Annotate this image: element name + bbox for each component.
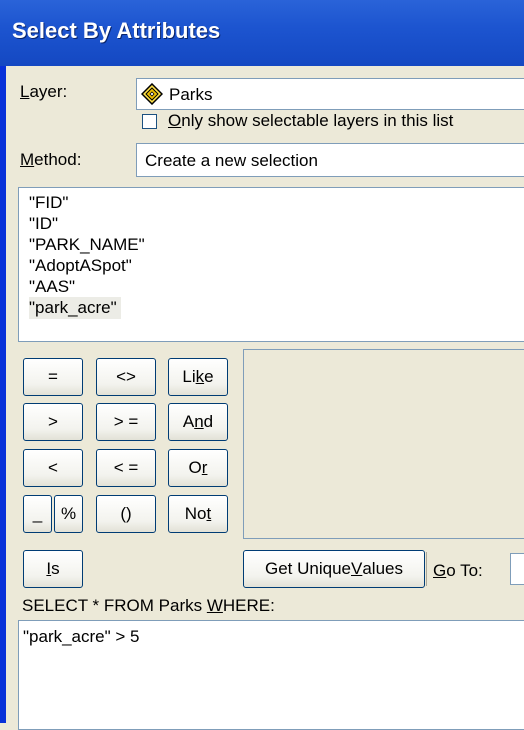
greater-equal-button[interactable]: > =	[96, 403, 156, 441]
not-button[interactable]: No t	[168, 495, 228, 533]
layer-label: Layer:	[20, 82, 68, 101]
field-item-fid[interactable]: "FID"	[29, 192, 68, 214]
method-label: Method:	[20, 150, 82, 169]
expression-textarea[interactable]: "park_acre" > 5	[18, 620, 524, 730]
goto-input[interactable]	[510, 553, 524, 585]
equals-button[interactable]: =	[23, 358, 83, 396]
window-title: Select By Attributes	[12, 18, 221, 43]
sql-where-label: SELECT * FROM Parks WHERE:	[22, 596, 275, 615]
less-than-button[interactable]: <	[23, 449, 83, 487]
less-equal-button[interactable]: < =	[96, 449, 156, 487]
method-dropdown[interactable]: Create a new selection	[136, 143, 524, 177]
parentheses-button[interactable]: ()	[96, 495, 156, 533]
greater-than-button[interactable]: >	[23, 403, 83, 441]
field-item-park-acre[interactable]: "park_acre"	[29, 297, 121, 319]
field-item-adoptaspot[interactable]: "AdoptASpot"	[29, 255, 132, 277]
goto-label: Go To:	[433, 561, 483, 580]
field-item-park-name[interactable]: "PARK_NAME"	[29, 234, 145, 256]
window-left-border	[0, 66, 6, 723]
separator	[426, 552, 427, 586]
and-button[interactable]: And	[168, 403, 228, 441]
get-unique-values-button[interactable]: Get Unique Values	[243, 550, 425, 588]
method-value: Create a new selection	[145, 151, 318, 170]
field-item-aas[interactable]: "AAS"	[29, 276, 75, 298]
is-button[interactable]: Is	[23, 550, 83, 588]
percent-wildcard-button[interactable]: %	[54, 495, 83, 533]
underscore-wildcard-button[interactable]: _	[23, 495, 52, 533]
fields-listbox[interactable]: "FID" "ID" "PARK_NAME" "AdoptASpot" "AAS…	[18, 187, 524, 342]
field-item-id[interactable]: "ID"	[29, 213, 58, 235]
only-selectable-label[interactable]: Only show selectable layers in this list	[168, 111, 453, 131]
expression-text: "park_acre" > 5	[23, 627, 140, 646]
layer-value: Parks	[169, 85, 213, 104]
layer-diamond-icon	[140, 82, 164, 110]
or-button[interactable]: Or	[168, 449, 228, 487]
layer-dropdown[interactable]: Parks	[136, 78, 524, 110]
only-selectable-checkbox[interactable]	[142, 114, 157, 129]
not-equals-button[interactable]: <>	[96, 358, 156, 396]
unique-values-list[interactable]	[243, 349, 524, 539]
like-button[interactable]: Li k e	[168, 358, 228, 396]
